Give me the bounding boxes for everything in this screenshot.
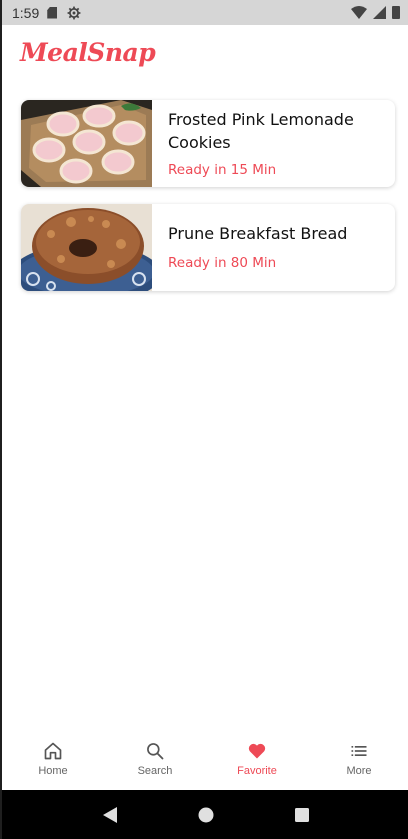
nav-home[interactable]: Home xyxy=(2,730,104,790)
card-text: Frosted Pink Lemonade Cookies Ready in 1… xyxy=(152,100,395,187)
nav-label: Favorite xyxy=(237,765,277,777)
home-button[interactable] xyxy=(186,795,226,835)
gear-icon xyxy=(67,6,81,19)
menu-icon xyxy=(351,746,367,756)
home-icon xyxy=(44,742,62,760)
bottom-navigation: Home Search Favorite More xyxy=(2,730,408,790)
ready-time: Ready in 15 Min xyxy=(168,162,277,178)
wifi-icon xyxy=(351,6,367,19)
heart-icon xyxy=(248,743,266,759)
nav-favorite[interactable]: Favorite xyxy=(206,730,308,790)
nav-search[interactable]: Search xyxy=(104,730,206,790)
back-icon xyxy=(103,806,117,823)
nav-label: Home xyxy=(38,765,68,777)
back-button[interactable] xyxy=(90,795,130,835)
app-logo: MealSnap xyxy=(20,38,156,67)
favorite-card[interactable]: Prune Breakfast Bread Ready in 80 Min xyxy=(21,204,395,291)
card-text: Prune Breakfast Bread Ready in 80 Min xyxy=(152,204,395,291)
status-bar: 1:59 xyxy=(2,0,408,25)
recipe-image xyxy=(21,204,152,291)
nav-label: More xyxy=(346,765,372,777)
search-icon xyxy=(147,743,164,760)
ready-time: Ready in 80 Min xyxy=(168,255,277,271)
recipe-title: Frosted Pink Lemonade Cookies xyxy=(168,110,354,152)
app-screen: 1:59 MealSnap Frosted Pink Lemonade Cook… xyxy=(0,0,408,839)
battery-icon xyxy=(392,6,400,19)
recents-icon xyxy=(295,807,309,822)
status-right-icons xyxy=(351,6,400,19)
favorite-card[interactable]: Frosted Pink Lemonade Cookies Ready in 1… xyxy=(21,100,395,187)
nav-more[interactable]: More xyxy=(308,730,408,790)
status-time: 1:59 xyxy=(12,4,40,21)
nav-label: Search xyxy=(137,765,173,777)
system-navigation-bar xyxy=(2,790,408,839)
signal-icon xyxy=(373,6,386,19)
sd-card-icon xyxy=(47,6,58,19)
recipe-image xyxy=(21,100,152,187)
recipe-title: Prune Breakfast Bread xyxy=(168,224,348,243)
home-circle-icon xyxy=(198,807,214,822)
recents-button[interactable] xyxy=(282,795,322,835)
